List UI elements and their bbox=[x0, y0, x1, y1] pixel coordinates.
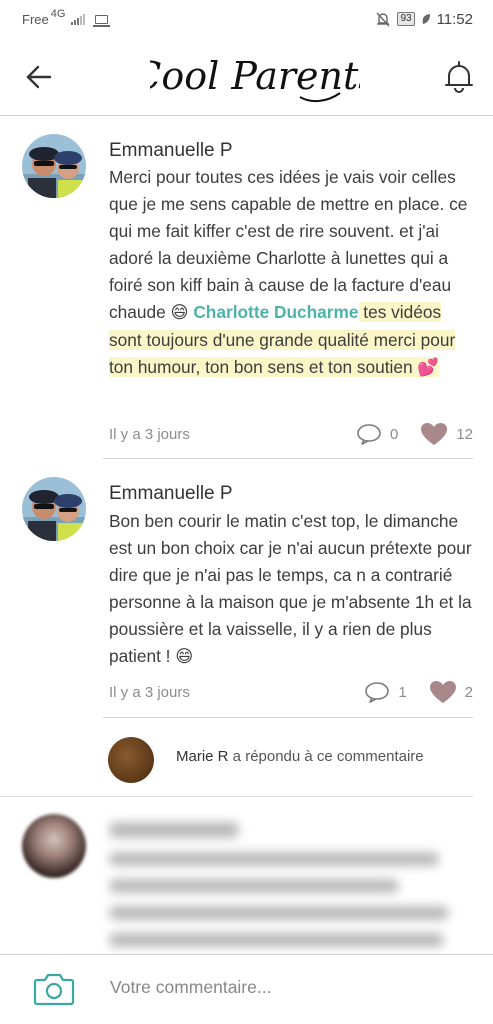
camera-icon[interactable] bbox=[33, 971, 75, 1007]
grinning-emoji: 😄 bbox=[175, 646, 194, 667]
comment-actions: 1 2 bbox=[364, 680, 473, 704]
signal-icon bbox=[71, 13, 86, 25]
heart-icon[interactable] bbox=[429, 680, 457, 704]
cool-parents-logo: Cool Parents bbox=[150, 54, 360, 103]
comment-bubble-icon[interactable] bbox=[364, 680, 390, 704]
reply-preview-text: Marie R a répondu à ce commentaire bbox=[176, 748, 424, 765]
reply-count: 1 bbox=[398, 683, 407, 701]
comment-composer bbox=[0, 954, 493, 1024]
status-right: 93 11:52 bbox=[375, 11, 473, 28]
comment-text-part: Merci pour toutes ces idées je vais voir… bbox=[109, 167, 468, 323]
arrow-left-icon[interactable] bbox=[24, 62, 54, 92]
heart-icon[interactable] bbox=[420, 422, 448, 446]
comment-time: Il y a 3 jours bbox=[109, 425, 190, 443]
carrier-name: Free bbox=[22, 11, 49, 27]
network-type: 4G bbox=[50, 8, 66, 20]
mention-link[interactable]: Charlotte Ducharme bbox=[193, 302, 358, 322]
laptop-icon bbox=[93, 14, 111, 27]
comment-text-part: Bon ben courir le matin c'est top, le di… bbox=[109, 511, 472, 667]
status-left: Free 4G bbox=[22, 8, 111, 27]
status-bar: Free 4G 93 11:52 bbox=[0, 0, 493, 38]
divider bbox=[103, 458, 473, 459]
avatar[interactable] bbox=[22, 134, 86, 198]
like-count: 2 bbox=[464, 683, 473, 701]
like-count: 12 bbox=[456, 425, 473, 443]
comment-input[interactable] bbox=[110, 977, 470, 998]
reply-author: Marie R bbox=[176, 748, 229, 765]
app-header: Cool Parents bbox=[0, 38, 493, 116]
divider bbox=[103, 717, 473, 718]
mute-bell-icon bbox=[376, 12, 390, 27]
svg-text:Cool Parents: Cool Parents bbox=[150, 54, 360, 98]
comment-bubble-icon[interactable] bbox=[356, 422, 382, 446]
comment-text: Bon ben courir le matin c'est top, le di… bbox=[109, 508, 473, 671]
battery-level: 93 bbox=[397, 12, 415, 26]
reply-preview[interactable]: Marie R a répondu à ce commentaire bbox=[0, 733, 493, 789]
avatar bbox=[22, 814, 86, 878]
clock: 11:52 bbox=[436, 10, 473, 28]
avatar bbox=[108, 737, 154, 783]
divider bbox=[0, 796, 473, 797]
reply-label: a répondu à ce commentaire bbox=[228, 748, 424, 765]
leaf-icon bbox=[422, 14, 430, 24]
reply-count: 0 bbox=[389, 425, 399, 443]
grinning-emoji: 😄 bbox=[170, 302, 189, 323]
avatar[interactable] bbox=[22, 477, 86, 541]
comment-text: Merci pour toutes ces idées je vais voir… bbox=[109, 164, 473, 381]
comment-author[interactable]: Emmanuelle P bbox=[109, 140, 233, 162]
comment-actions: 0 12 bbox=[356, 422, 473, 446]
hearts-emoji: 💕 bbox=[417, 356, 439, 377]
comment-author[interactable]: Emmanuelle P bbox=[109, 483, 233, 505]
bell-icon[interactable] bbox=[443, 60, 475, 94]
comment-meta: Il y a 3 jours 1 2 bbox=[109, 679, 473, 705]
comment-meta: Il y a 3 jours 0 12 bbox=[109, 421, 473, 447]
comment-time: Il y a 3 jours bbox=[109, 683, 190, 701]
